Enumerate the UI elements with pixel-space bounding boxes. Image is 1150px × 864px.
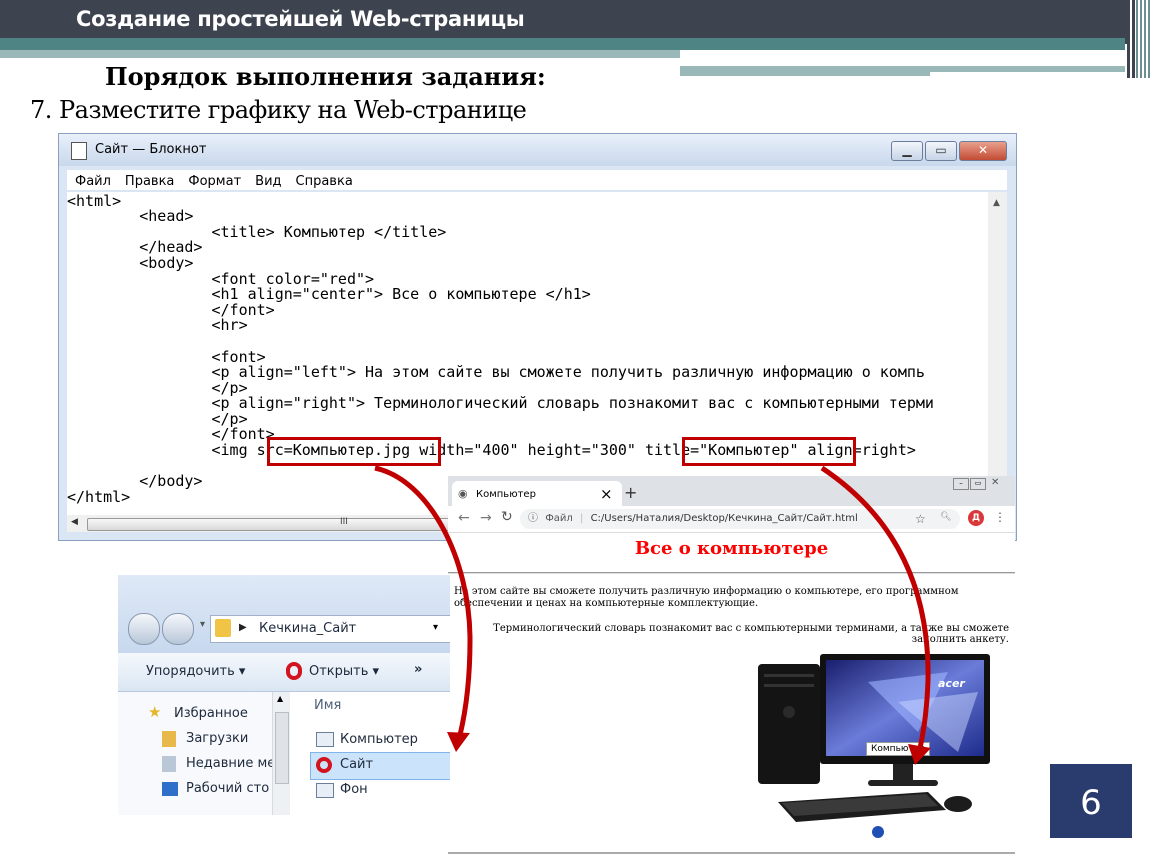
arrow-to-tooltip bbox=[820, 465, 931, 749]
arrow-head-file bbox=[447, 732, 470, 752]
arrow-to-file bbox=[374, 465, 473, 736]
arrow-head-tooltip bbox=[908, 744, 931, 765]
annotation-arrows bbox=[374, 465, 931, 765]
page-number-badge: 6 bbox=[1050, 764, 1132, 838]
